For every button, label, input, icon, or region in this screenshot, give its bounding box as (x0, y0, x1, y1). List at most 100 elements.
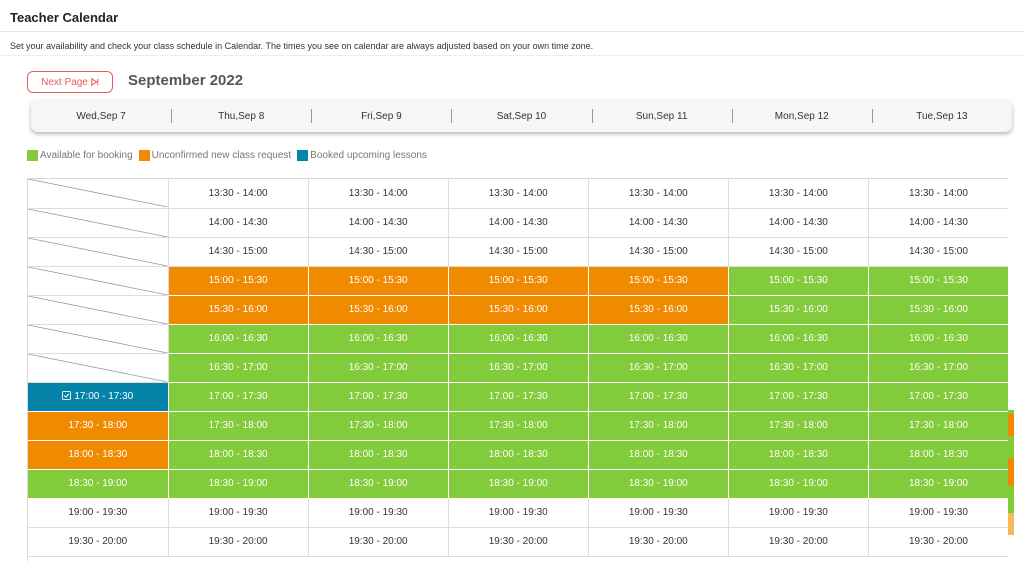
time-slot-label: 15:00 - 15:30 (348, 275, 408, 286)
time-slot-blank[interactable]: 19:00 - 19:30 (868, 498, 1008, 528)
time-slot-available[interactable]: 15:00 - 15:30 (728, 266, 869, 296)
time-slot-available[interactable]: 15:30 - 16:00 (868, 295, 1008, 325)
time-slot-available[interactable]: 16:00 - 16:30 (168, 324, 309, 354)
time-slot-pending[interactable]: 18:00 - 18:30 (28, 440, 169, 470)
time-slot-available[interactable]: 16:30 - 17:00 (448, 353, 589, 383)
time-slot-blank[interactable]: 19:30 - 20:00 (448, 527, 589, 557)
time-slot-available[interactable]: 18:30 - 19:00 (168, 469, 309, 499)
time-slot-blank[interactable]: 19:00 - 19:30 (728, 498, 869, 528)
time-slot-pending[interactable]: 17:30 - 18:00 (28, 411, 169, 441)
time-slot-available[interactable]: 17:00 - 17:30 (728, 382, 869, 412)
time-slot-pending[interactable]: 15:30 - 16:00 (308, 295, 449, 325)
time-slot-label: 16:00 - 16:30 (628, 333, 688, 344)
time-slot-blank[interactable]: 19:00 - 19:30 (168, 498, 309, 528)
time-slot-blank[interactable]: 19:00 - 19:30 (588, 498, 729, 528)
time-slot-available[interactable]: 17:30 - 18:00 (448, 411, 589, 441)
time-slot-available[interactable]: 18:30 - 19:00 (28, 469, 169, 499)
time-slot-available[interactable]: 16:00 - 16:30 (728, 324, 869, 354)
time-slot-blank[interactable]: 14:30 - 15:00 (168, 237, 309, 267)
time-slot-available[interactable]: 16:30 - 17:00 (308, 353, 449, 383)
time-slot-label: 14:00 - 14:30 (628, 217, 688, 228)
time-slot-booked[interactable]: 17:00 - 17:30 (28, 382, 169, 412)
time-slot-available[interactable]: 17:30 - 18:00 (168, 411, 309, 441)
time-slot-available[interactable]: 18:30 - 19:00 (308, 469, 449, 499)
time-slot-pending[interactable]: 15:00 - 15:30 (448, 266, 589, 296)
time-slot-blank[interactable]: 14:00 - 14:30 (168, 208, 309, 238)
time-slot-available[interactable]: 16:00 - 16:30 (448, 324, 589, 354)
time-slot-available[interactable]: 16:00 - 16:30 (868, 324, 1008, 354)
time-slot-blank[interactable]: 14:00 - 14:30 (868, 208, 1008, 238)
time-slot-pending[interactable]: 15:30 - 16:00 (448, 295, 589, 325)
past-slot (28, 179, 169, 209)
time-slot-available[interactable]: 17:00 - 17:30 (448, 382, 589, 412)
time-slot-available[interactable]: 18:30 - 19:00 (868, 469, 1008, 499)
time-row: 15:00 - 15:30 15:00 - 15:30 15:00 - 15:30 1… (28, 266, 1008, 296)
time-slot-blank[interactable]: 19:30 - 20:00 (728, 527, 869, 557)
time-slot-blank[interactable]: 19:00 - 19:30 (28, 498, 169, 528)
time-slot-available[interactable]: 18:00 - 18:30 (168, 440, 309, 470)
time-slot-blank[interactable]: 14:00 - 14:30 (588, 208, 729, 238)
time-slot-available[interactable]: 18:00 - 18:30 (588, 440, 729, 470)
time-slot-available[interactable]: 16:30 - 17:00 (728, 353, 869, 383)
time-slot-blank[interactable]: 13:30 - 14:00 (168, 179, 309, 209)
time-slot-blank[interactable]: 13:30 - 14:00 (308, 179, 449, 209)
time-slot-blank[interactable]: 14:30 - 15:00 (588, 237, 729, 267)
time-slot-available[interactable]: 18:30 - 19:00 (448, 469, 589, 499)
time-slot-pending[interactable]: 15:30 - 16:00 (168, 295, 309, 325)
time-slot-blank[interactable]: 19:30 - 20:00 (168, 527, 309, 557)
time-slot-available[interactable]: 16:30 - 17:00 (868, 353, 1008, 383)
time-slot-blank[interactable]: 14:00 - 14:30 (448, 208, 589, 238)
time-slot-available[interactable]: 17:00 - 17:30 (168, 382, 309, 412)
time-slot-blank[interactable]: 19:00 - 19:30 (448, 498, 589, 528)
time-slot-label: 19:00 - 19:30 (628, 507, 688, 518)
time-slot-blank[interactable]: 19:00 - 19:30 (308, 498, 449, 528)
time-slot-blank[interactable]: 19:30 - 20:00 (868, 527, 1008, 557)
time-slot-available[interactable]: 18:00 - 18:30 (868, 440, 1008, 470)
time-slot-blank[interactable]: 14:30 - 15:00 (728, 237, 869, 267)
time-slot-available[interactable]: 15:30 - 16:00 (728, 295, 869, 325)
time-slot-blank[interactable]: 14:30 - 15:00 (868, 237, 1008, 267)
time-slot-available[interactable]: 17:30 - 18:00 (868, 411, 1008, 441)
time-slot-available[interactable]: 18:30 - 19:00 (728, 469, 869, 499)
time-slot-blank[interactable]: 14:30 - 15:00 (308, 237, 449, 267)
time-slot-available[interactable]: 17:30 - 18:00 (588, 411, 729, 441)
time-slot-available[interactable]: 18:00 - 18:30 (308, 440, 449, 470)
time-slot-label: 14:30 - 15:00 (628, 246, 688, 257)
time-slot-available[interactable]: 16:00 - 16:30 (308, 324, 449, 354)
time-slot-blank[interactable]: 13:30 - 14:00 (588, 179, 729, 209)
time-slot-blank[interactable]: 19:30 - 20:00 (308, 527, 449, 557)
time-slot-available[interactable]: 17:00 - 17:30 (588, 382, 729, 412)
time-slot-available[interactable]: 15:00 - 15:30 (868, 266, 1008, 296)
time-slot-pending[interactable]: 15:00 - 15:30 (588, 266, 729, 296)
time-slot-blank[interactable]: 14:30 - 15:00 (448, 237, 589, 267)
time-slot-blank[interactable]: 14:00 - 14:30 (308, 208, 449, 238)
time-slot-available[interactable]: 16:30 - 17:00 (588, 353, 729, 383)
time-slot-available[interactable]: 18:00 - 18:30 (448, 440, 589, 470)
time-slot-available[interactable]: 17:00 - 17:30 (868, 382, 1008, 412)
time-slot-pending[interactable]: 15:00 - 15:30 (308, 266, 449, 296)
time-slot-available[interactable]: 17:30 - 18:00 (308, 411, 449, 441)
time-slot-blank[interactable]: 19:30 - 20:00 (588, 527, 729, 557)
time-slot-available[interactable]: 18:00 - 18:30 (728, 440, 869, 470)
time-slot-blank[interactable]: 13:30 - 14:00 (728, 179, 869, 209)
time-slot-available[interactable]: 17:00 - 17:30 (308, 382, 449, 412)
time-slot-label: 19:30 - 20:00 (768, 536, 828, 547)
time-slot-label: 16:30 - 17:00 (348, 362, 408, 373)
time-slot-label: 16:00 - 16:30 (768, 333, 828, 344)
time-slot-available[interactable]: 18:30 - 19:00 (588, 469, 729, 499)
time-slot-available[interactable]: 16:30 - 17:00 (168, 353, 309, 383)
time-slot-blank[interactable]: 19:30 - 20:00 (28, 527, 169, 557)
time-slot-blank[interactable]: 14:00 - 14:30 (728, 208, 869, 238)
time-slot-available[interactable]: 17:30 - 18:00 (728, 411, 869, 441)
next-page-button[interactable]: Next Page (27, 71, 113, 93)
checkbox-icon (62, 391, 72, 400)
time-slot-pending[interactable]: 15:00 - 15:30 (168, 266, 309, 296)
time-row: 16:30 - 17:00 16:30 - 17:00 16:30 - 17:00 1… (28, 353, 1008, 383)
time-slot-pending[interactable]: 15:30 - 16:00 (588, 295, 729, 325)
time-slot-label: 14:00 - 14:30 (768, 217, 828, 228)
time-slot-available[interactable]: 16:00 - 16:30 (588, 324, 729, 354)
time-slot-label: 19:30 - 20:00 (908, 536, 968, 547)
time-slot-label: 19:30 - 20:00 (348, 536, 408, 547)
time-slot-blank[interactable]: 13:30 - 14:00 (868, 179, 1008, 209)
time-slot-blank[interactable]: 13:30 - 14:00 (448, 179, 589, 209)
